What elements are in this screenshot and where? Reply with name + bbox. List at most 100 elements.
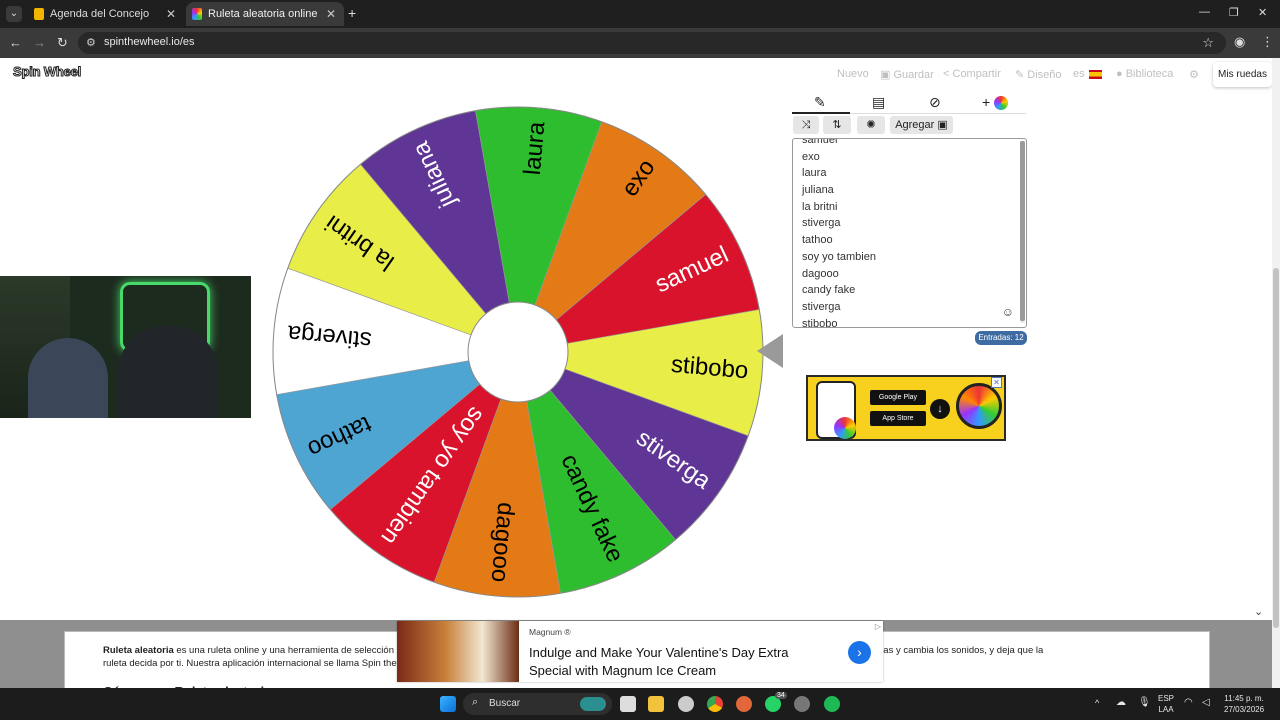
alienware-icon[interactable] bbox=[678, 696, 694, 712]
close-tab-icon[interactable]: ✕ bbox=[326, 7, 336, 21]
person-right-image bbox=[118, 326, 218, 418]
url-text: spinthewheel.io/es bbox=[104, 36, 195, 48]
bookmark-star-icon[interactable]: ☆ bbox=[1202, 35, 1214, 51]
settings-icon[interactable]: ⚙ bbox=[1189, 68, 1199, 81]
entry-line[interactable]: stiverga bbox=[802, 215, 876, 232]
ad-headline[interactable]: Indulge and Make Your Valentine's Day Ex… bbox=[529, 644, 829, 680]
save-icon: ▣ bbox=[880, 69, 891, 81]
shuffle-button[interactable]: ⤨ bbox=[793, 116, 819, 134]
tab-ruleta[interactable]: Ruleta aleatoria online – ruleta ✕ bbox=[186, 2, 344, 26]
biblioteca-label: Biblioteca bbox=[1125, 68, 1174, 80]
emoji-icon[interactable]: ☺ bbox=[1002, 305, 1014, 319]
entry-line[interactable]: dagooo bbox=[802, 266, 876, 283]
new-tab-icon[interactable]: + bbox=[348, 5, 356, 21]
back-icon[interactable]: ← bbox=[9, 35, 22, 50]
taskbar-search[interactable]: ⌕ Buscar bbox=[463, 693, 612, 715]
menu-icon[interactable]: ⋮ bbox=[1261, 34, 1274, 50]
screen: ⌄ Agenda del Concejo ✕ Ruleta aleatoria … bbox=[0, 0, 1280, 720]
google-play-badge[interactable]: Google Play bbox=[870, 390, 926, 405]
diseno-link[interactable]: ✎ Diseño bbox=[1015, 68, 1062, 81]
image-icon: ▣ bbox=[937, 119, 948, 131]
onedrive-icon[interactable]: ☁ bbox=[1116, 697, 1126, 708]
spin-wheel[interactable]: stibobostivergacandy fakedagooosoy yo ta… bbox=[270, 104, 766, 600]
tray-chevron-icon[interactable]: ^ bbox=[1095, 698, 1099, 709]
agregar-label: Agregar bbox=[895, 119, 935, 131]
edit-icon[interactable]: ✎ bbox=[814, 94, 826, 111]
entries-textarea[interactable]: samuel exo laura juliana la britni stiverga ta… bbox=[792, 138, 1027, 328]
file-explorer-icon[interactable] bbox=[648, 696, 664, 712]
browser-toolbar: ← → ↻ ⚙ spinthewheel.io/es ☆ ◉ ⋮ bbox=[0, 28, 1280, 58]
mis-ruedas-button[interactable]: Mis ruedas bbox=[1213, 62, 1272, 87]
address-bar[interactable]: ⚙ spinthewheel.io/es ☆ bbox=[78, 32, 1226, 54]
language-label: es bbox=[1073, 68, 1085, 80]
sort-button[interactable]: ⇅ bbox=[823, 116, 851, 134]
entries-list: samuel exo laura juliana la britni stiverga ta… bbox=[802, 139, 876, 327]
entry-line[interactable]: juliana bbox=[802, 182, 876, 199]
entry-line[interactable]: tathoo bbox=[802, 232, 876, 249]
wheel-center-hub[interactable] bbox=[467, 301, 569, 403]
entry-line[interactable]: stiverga bbox=[802, 299, 876, 316]
site-logo[interactable]: Spin Wheel bbox=[12, 64, 81, 80]
close-window-icon[interactable]: ✕ bbox=[1258, 6, 1267, 19]
chrome-icon[interactable] bbox=[707, 696, 723, 712]
site-info-icon[interactable]: ⚙ bbox=[86, 36, 96, 49]
close-ad-icon[interactable]: ✕ bbox=[991, 377, 1002, 388]
bookmark-favicon-icon bbox=[34, 8, 44, 20]
entry-line[interactable]: la britni bbox=[802, 199, 876, 216]
language-indicator[interactable]: ESP LAA bbox=[1158, 693, 1174, 715]
shuffle-icon: ⤨ bbox=[801, 119, 811, 131]
person-left-image bbox=[28, 338, 108, 418]
entry-line[interactable]: exo bbox=[802, 149, 876, 166]
description-line2: ruleta decida por ti. Nuestra aplicación… bbox=[103, 658, 406, 669]
entries-scrollbar-thumb[interactable] bbox=[1020, 141, 1025, 321]
app-download-ad[interactable]: Google Play App Store ↓ ✕ bbox=[806, 375, 1006, 441]
clock-date: 27/03/2026 bbox=[1224, 705, 1265, 714]
steam-icon[interactable] bbox=[794, 696, 810, 712]
page-scrollbar-thumb[interactable] bbox=[1273, 268, 1279, 628]
tab-agenda[interactable]: Agenda del Concejo ✕ bbox=[26, 2, 184, 26]
compartir-link[interactable]: < Compartir bbox=[943, 68, 1001, 80]
nuevo-link[interactable]: Nuevo bbox=[837, 68, 869, 80]
app-store-badge[interactable]: App Store bbox=[870, 411, 926, 426]
agregar-button[interactable]: Agregar ▣ bbox=[890, 116, 953, 134]
tab-search-icon[interactable]: ⌄ bbox=[6, 6, 22, 22]
hide-icon[interactable]: ⊘ bbox=[929, 94, 941, 111]
reload-icon[interactable]: ↻ bbox=[57, 35, 68, 51]
minimize-icon[interactable]: — bbox=[1199, 6, 1210, 18]
entry-line[interactable]: laura bbox=[802, 165, 876, 182]
language-selector[interactable]: es bbox=[1073, 68, 1102, 80]
biblioteca-link[interactable]: ● Biblioteca bbox=[1116, 68, 1173, 80]
microphone-icon[interactable]: 🎙 bbox=[1138, 697, 1151, 708]
spotify-icon[interactable] bbox=[824, 696, 840, 712]
clipboard-icon[interactable]: ▤ bbox=[872, 94, 885, 111]
description-part1: es una ruleta online y una herramienta d… bbox=[173, 645, 412, 656]
wifi-icon[interactable]: ◠ bbox=[1184, 697, 1193, 708]
globe-icon: ● bbox=[1116, 68, 1123, 80]
wheel-favicon-icon bbox=[192, 8, 202, 20]
page-scrollbar[interactable] bbox=[1272, 58, 1280, 688]
active-tab-indicator bbox=[792, 112, 850, 114]
entry-line[interactable]: samuel bbox=[802, 139, 876, 149]
scroll-down-chevron-icon[interactable]: ⌄ bbox=[1254, 605, 1263, 618]
entry-line[interactable]: stibobo bbox=[802, 316, 876, 327]
clock[interactable]: 11:45 p. m. 27/03/2026 bbox=[1224, 693, 1264, 715]
entry-line[interactable]: candy fake bbox=[802, 282, 876, 299]
magnum-ad-banner[interactable]: Magnum ® Indulge and Make Your Valentine… bbox=[397, 621, 883, 682]
add-color-icon[interactable]: + bbox=[982, 94, 1009, 111]
ad-brand: Magnum ® bbox=[529, 627, 571, 637]
adchoices-icon[interactable]: ▷ bbox=[875, 622, 881, 631]
entry-line[interactable]: soy yo tambien bbox=[802, 249, 876, 266]
restore-icon[interactable]: ❐ bbox=[1229, 6, 1239, 19]
task-view-icon[interactable] bbox=[620, 696, 636, 712]
forward-icon[interactable]: → bbox=[33, 35, 46, 50]
ai-button[interactable]: ✺ bbox=[857, 116, 885, 134]
close-tab-icon[interactable]: ✕ bbox=[166, 7, 176, 21]
diseno-label: Diseño bbox=[1027, 69, 1062, 81]
app-starburst-icon[interactable] bbox=[736, 696, 752, 712]
guardar-link[interactable]: ▣ Guardar bbox=[880, 68, 934, 81]
ad-go-icon[interactable]: › bbox=[848, 641, 871, 664]
profile-icon[interactable]: ◉ bbox=[1234, 34, 1245, 50]
volume-icon[interactable]: ◁ bbox=[1202, 697, 1210, 708]
download-icon: ↓ bbox=[930, 399, 950, 419]
windows-start-icon[interactable] bbox=[440, 696, 456, 712]
